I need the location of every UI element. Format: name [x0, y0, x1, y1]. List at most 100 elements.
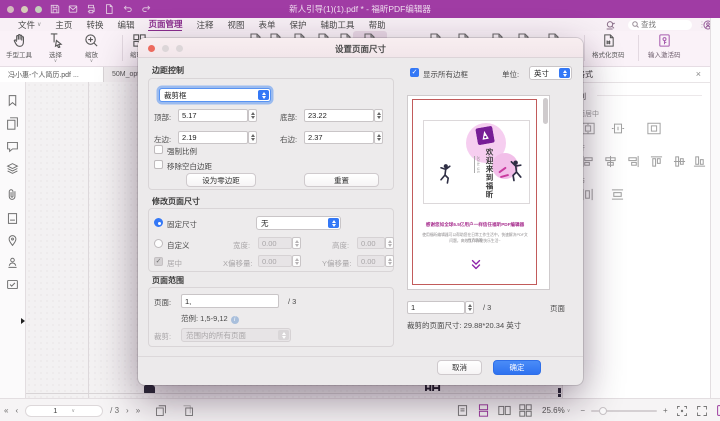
fixed-size-dropdown[interactable]: 无 — [256, 216, 341, 230]
statusbar: « ‹ 1∨ / 3 › » 25.6% ∨ − + — [0, 398, 720, 421]
save-icon[interactable] — [50, 4, 60, 14]
fields-icon[interactable] — [6, 278, 19, 296]
named-destinations-icon[interactable] — [6, 234, 19, 252]
cancel-button[interactable]: 取消 — [437, 360, 482, 375]
menu-file[interactable]: 文件∨ — [18, 19, 41, 31]
search-box[interactable] — [628, 20, 692, 31]
top-stepper[interactable] — [248, 109, 257, 122]
search-icon — [632, 20, 639, 30]
next-view-icon[interactable] — [182, 405, 194, 417]
show-all-borders-checkbox[interactable]: ✓ — [410, 68, 419, 77]
bookmarks-icon[interactable] — [6, 94, 19, 112]
menu-protect[interactable]: 保护 — [290, 19, 307, 31]
panel-toggle-icon[interactable] — [716, 404, 720, 417]
traffic-minimize-icon[interactable] — [21, 6, 28, 13]
select-tool-button[interactable]: 选择∨ — [48, 33, 63, 63]
attachments-icon[interactable] — [6, 188, 19, 206]
hand-tool-button[interactable]: 手型工具 — [6, 33, 32, 59]
facing-view-icon[interactable] — [498, 404, 511, 417]
close-icon[interactable]: × — [696, 69, 701, 79]
left-stepper[interactable] — [248, 131, 257, 144]
center-vertical-icon[interactable] — [611, 122, 625, 137]
menu-page-management[interactable]: 页面管理 — [148, 18, 182, 32]
enter-activation-code-button[interactable]: 输入激活码 — [648, 33, 681, 59]
zoom-slider-knob[interactable] — [599, 407, 607, 415]
custom-size-radio[interactable] — [154, 239, 163, 248]
new-doc-icon[interactable] — [104, 4, 114, 14]
x-offset-input — [258, 255, 292, 267]
first-page-icon[interactable]: « — [4, 406, 8, 415]
resize-section-label: 修改页面尺寸 — [152, 196, 200, 207]
page-number-box[interactable]: 1∨ — [25, 405, 103, 417]
quad-view-icon[interactable] — [519, 404, 532, 417]
zoom-out-icon[interactable]: − — [580, 406, 585, 415]
align-bottom-icon[interactable] — [693, 155, 706, 170]
ok-button[interactable]: 确定 — [493, 360, 541, 375]
menu-accessibility[interactable]: 辅助工具 — [321, 19, 355, 31]
redo-icon[interactable] — [141, 4, 152, 14]
continuous-view-icon[interactable] — [477, 404, 490, 417]
traffic-close-icon[interactable] — [7, 6, 14, 13]
menu-form[interactable]: 表单 — [259, 19, 276, 31]
fit-page-icon[interactable] — [676, 405, 688, 417]
print-icon[interactable] — [86, 4, 96, 14]
document-tab-active[interactable]: 冯小惠-个人简历.pdf ... — [0, 67, 104, 82]
destinations-icon[interactable] — [6, 212, 19, 230]
align-middle-icon[interactable] — [673, 155, 686, 170]
single-page-view-icon[interactable] — [456, 404, 469, 417]
page-range-input[interactable] — [181, 294, 279, 308]
previous-view-icon[interactable] — [155, 405, 167, 417]
fixed-size-radio[interactable] — [154, 218, 163, 227]
left-margin-input[interactable] — [178, 131, 248, 144]
right-stepper[interactable] — [374, 131, 383, 144]
next-page-icon[interactable]: › — [126, 406, 129, 415]
top-margin-input[interactable] — [178, 109, 248, 122]
layers-icon[interactable] — [6, 162, 19, 180]
search-input[interactable] — [641, 20, 685, 29]
fullscreen-icon[interactable] — [696, 405, 708, 417]
preview-page-input[interactable] — [407, 301, 465, 314]
zoom-slider[interactable] — [591, 410, 657, 412]
traffic-zoom-icon[interactable] — [35, 6, 42, 13]
constrain-proportions-checkbox[interactable] — [154, 145, 163, 154]
menu-comment[interactable]: 注释 — [196, 19, 213, 31]
bottom-margin-input[interactable] — [304, 109, 374, 122]
center-horizontal-icon[interactable] — [581, 122, 595, 137]
format-page-number-button[interactable]: 格式化页码 — [592, 33, 625, 59]
zoom-in-icon[interactable]: + — [663, 406, 668, 415]
menu-edit[interactable]: 编辑 — [117, 19, 134, 31]
align-top-icon[interactable] — [650, 155, 663, 170]
menu-home[interactable]: 主页 — [55, 19, 72, 31]
remove-white-margin-checkbox[interactable] — [154, 160, 163, 169]
unit-dropdown[interactable]: 英寸 — [529, 66, 572, 80]
menu-help[interactable]: 帮助 — [369, 19, 386, 31]
right-margin-input[interactable] — [304, 131, 374, 144]
bottom-stepper[interactable] — [374, 109, 383, 122]
distribute-vertical-icon[interactable] — [611, 188, 624, 203]
height-stepper — [385, 237, 394, 249]
signatures-icon[interactable] — [6, 256, 19, 274]
last-page-icon[interactable]: » — [136, 406, 140, 415]
reset-button[interactable]: 重置 — [304, 173, 379, 187]
chevron-down-icon: ∨ — [90, 59, 94, 63]
preview-headline: 感谢您如全球6.5亿用户一样信任福昕PDF编辑器 — [420, 221, 530, 227]
preview-page-stepper[interactable] — [465, 301, 474, 314]
email-icon[interactable] — [68, 4, 78, 14]
align-right-icon[interactable] — [627, 155, 640, 170]
menu-view[interactable]: 视图 — [228, 19, 245, 31]
comments-icon[interactable] — [6, 140, 19, 158]
menu-convert[interactable]: 转换 — [86, 19, 103, 31]
zoom-level[interactable]: 25.6% — [542, 406, 565, 415]
box-type-dropdown[interactable]: 裁剪框 — [159, 88, 271, 102]
prev-page-icon[interactable]: ‹ — [15, 406, 18, 415]
undo-icon[interactable] — [122, 4, 133, 14]
sidebar-expand-arrow[interactable] — [21, 318, 25, 324]
align-center-h-icon[interactable] — [604, 155, 617, 170]
dropdown-arrows-icon — [278, 330, 289, 340]
center-both-icon[interactable] — [647, 122, 661, 137]
zero-margin-button[interactable]: 设为零边距 — [186, 173, 256, 187]
page-thumbnails-icon[interactable] — [6, 117, 19, 135]
zoom-tool-button[interactable]: 缩放∨ — [84, 33, 99, 63]
preview-scrollbar[interactable] — [543, 98, 548, 124]
dropdown-arrows-icon — [328, 218, 339, 228]
